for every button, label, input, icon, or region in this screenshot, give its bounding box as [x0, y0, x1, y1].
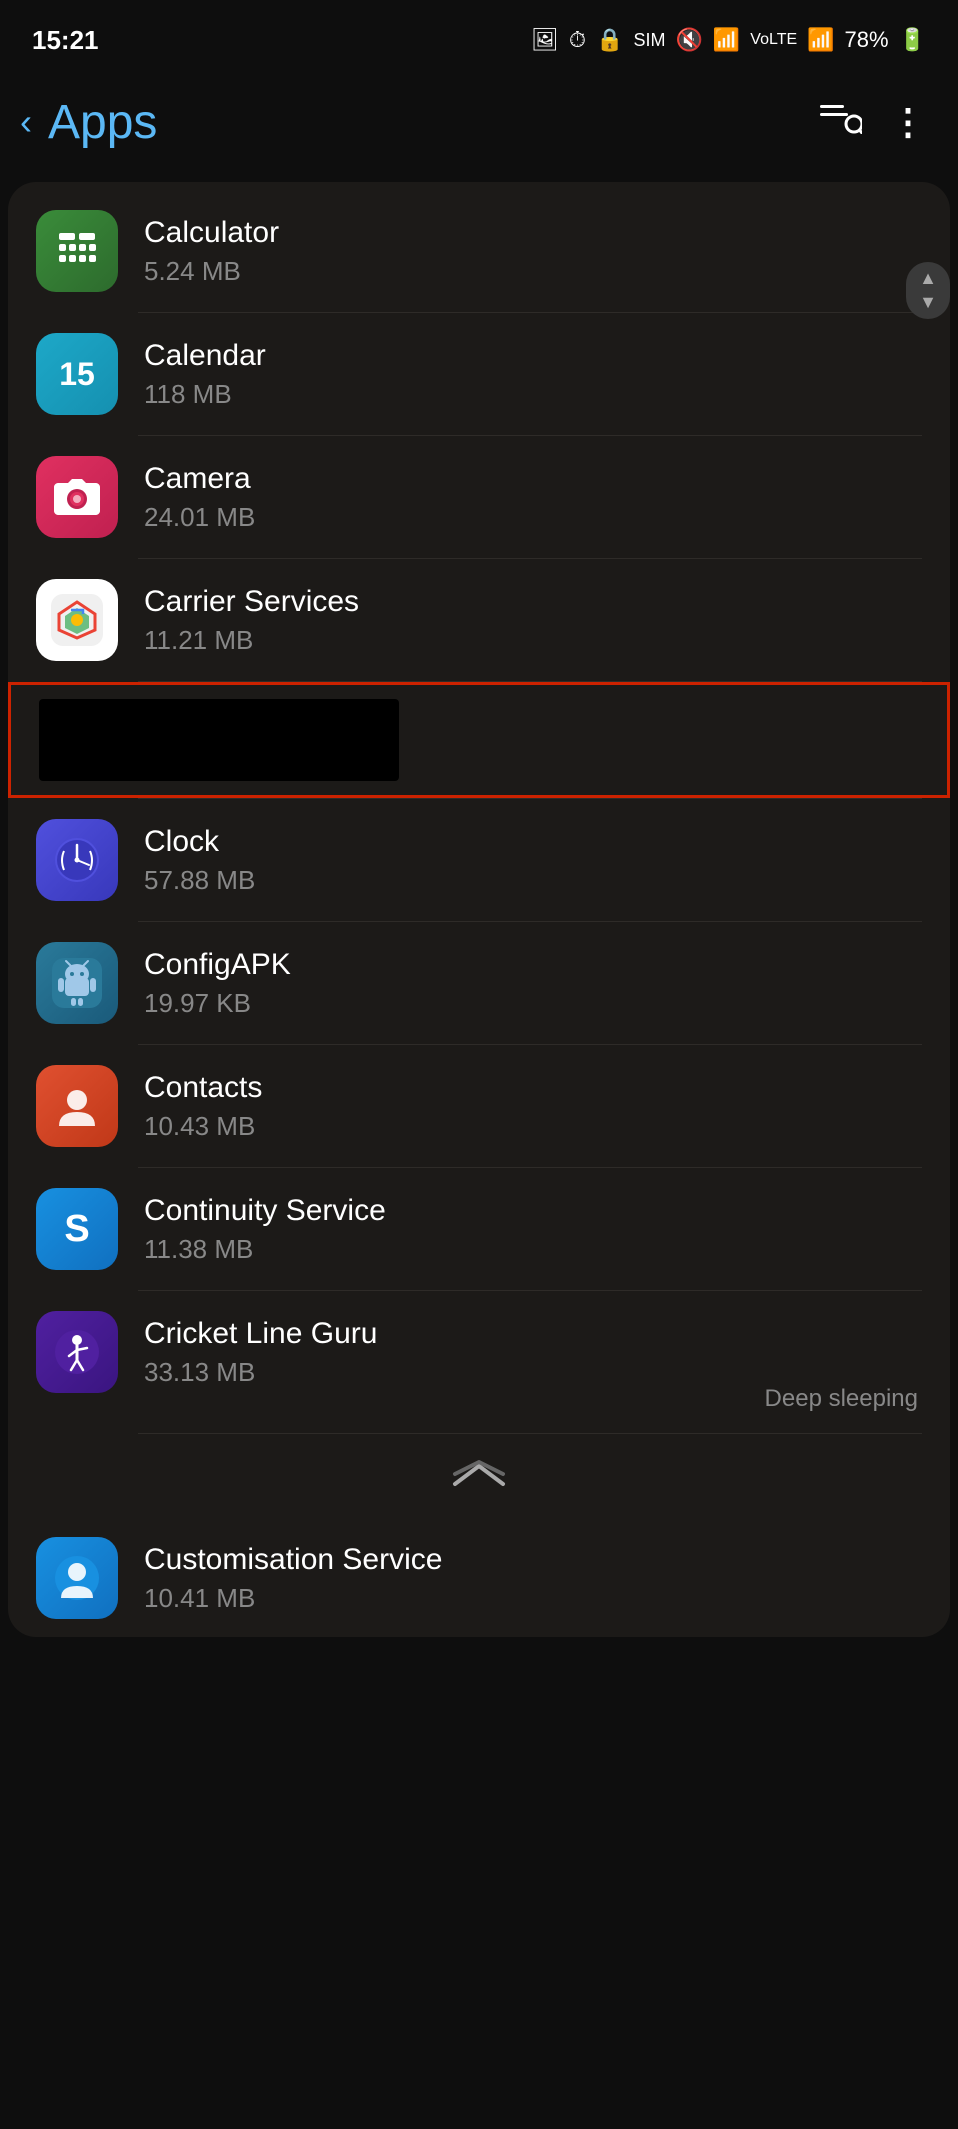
clock-status-icon: ⏱: [569, 27, 586, 53]
app-list-container: ▲ ▼ Calculator 5.24 MB 15: [8, 182, 950, 1637]
customisation-icon: [36, 1537, 118, 1619]
calculator-icon: [36, 210, 118, 292]
deep-sleeping-badge: Deep sleeping: [765, 1385, 918, 1413]
list-item[interactable]: S Continuity Service 11.38 MB: [8, 1168, 950, 1290]
sim-icon: SIM: [633, 30, 665, 51]
list-item[interactable]: Contacts 10.43 MB: [8, 1045, 950, 1167]
list-item[interactable]: Calculator 5.24 MB: [8, 190, 950, 312]
signal-icon: 📶: [807, 27, 834, 53]
app-info: Camera 24.01 MB: [144, 462, 922, 533]
list-item[interactable]: 15 Calendar 118 MB: [8, 313, 950, 435]
scroll-down-arrow[interactable]: ▼: [919, 292, 937, 314]
app-info: Clock 57.88 MB: [144, 825, 922, 896]
app-info: Carrier Services 11.21 MB: [144, 585, 922, 656]
app-name: Cricket Line Guru: [144, 1317, 922, 1351]
app-size: 5.24 MB: [144, 256, 922, 287]
app-size: 19.97 KB: [144, 988, 922, 1019]
app-info: Continuity Service 11.38 MB: [144, 1194, 922, 1265]
list-item[interactable]: Carrier Services 11.21 MB: [8, 559, 950, 681]
app-info: Calendar 118 MB: [144, 339, 922, 410]
header: ‹ Apps ⋮: [0, 72, 958, 172]
camera-icon: [36, 456, 118, 538]
header-actions: ⋮: [820, 101, 926, 143]
list-item[interactable]: Clock 57.88 MB: [8, 799, 950, 921]
app-info: Contacts 10.43 MB: [144, 1071, 922, 1142]
app-size: 11.38 MB: [144, 1234, 922, 1265]
status-bar: 15:21 🖼 ⏱ 🔒 SIM 🔇 📶 VoLTE 📶 78% 🔋: [0, 0, 958, 72]
app-name: ConfigAPK: [144, 948, 922, 982]
bottom-nav-indicator[interactable]: [8, 1434, 950, 1517]
app-name: Carrier Services: [144, 585, 922, 619]
more-options-button[interactable]: ⋮: [890, 101, 926, 143]
app-size: 33.13 MB: [144, 1357, 922, 1388]
search-filter-button[interactable]: [820, 102, 862, 142]
app-info: ConfigAPK 19.97 KB: [144, 948, 922, 1019]
app-size: 10.43 MB: [144, 1111, 922, 1142]
continuity-icon: S: [36, 1188, 118, 1270]
battery-indicator: 78%: [845, 27, 889, 53]
app-info: Cricket Line Guru 33.13 MB: [144, 1317, 922, 1388]
app-size: 24.01 MB: [144, 502, 922, 533]
scroll-indicator[interactable]: ▲ ▼: [906, 262, 950, 319]
nav-up-icon: [451, 1458, 507, 1497]
scroll-up-arrow[interactable]: ▲: [919, 268, 937, 290]
header-left: ‹ Apps: [20, 95, 157, 150]
lock-icon: 🔒: [596, 27, 623, 53]
clock-icon: [36, 819, 118, 901]
app-size: 118 MB: [144, 379, 922, 410]
list-item[interactable]: Customisation Service 10.41 MB: [8, 1517, 950, 1629]
battery-icon: 🔋: [899, 27, 926, 53]
app-name: Clock: [144, 825, 922, 859]
app-info: Calculator 5.24 MB: [144, 216, 922, 287]
app-size: 11.21 MB: [144, 625, 922, 656]
app-name: Continuity Service: [144, 1194, 922, 1228]
configapk-icon: [36, 942, 118, 1024]
redacted-list-item: [8, 682, 950, 798]
carrier-services-icon: [36, 579, 118, 661]
app-name: Customisation Service: [144, 1543, 922, 1577]
app-name: Camera: [144, 462, 922, 496]
mute-icon: 🔇: [675, 27, 702, 53]
list-item[interactable]: Camera 24.01 MB: [8, 436, 950, 558]
app-info: Customisation Service 10.41 MB: [144, 1543, 922, 1614]
app-size: 10.41 MB: [144, 1583, 922, 1614]
gallery-icon: 🖼: [531, 27, 559, 53]
calendar-icon: 15: [36, 333, 118, 415]
redacted-content: [39, 699, 399, 781]
list-item[interactable]: ConfigAPK 19.97 KB: [8, 922, 950, 1044]
page-title: Apps: [48, 95, 157, 150]
contacts-icon: [36, 1065, 118, 1147]
app-size: 57.88 MB: [144, 865, 922, 896]
wifi-icon: 📶: [713, 27, 740, 53]
app-name: Calculator: [144, 216, 922, 250]
app-name: Contacts: [144, 1071, 922, 1105]
cricket-line-guru-icon: [36, 1311, 118, 1393]
back-button[interactable]: ‹: [20, 101, 32, 143]
status-icons: 🖼 ⏱ 🔒 SIM 🔇 📶 VoLTE 📶 78% 🔋: [531, 27, 926, 53]
app-name: Calendar: [144, 339, 922, 373]
list-item[interactable]: Cricket Line Guru 33.13 MB Deep sleeping: [8, 1291, 950, 1433]
volte-icon: VoLTE: [750, 31, 797, 49]
status-time: 15:21: [32, 25, 99, 56]
